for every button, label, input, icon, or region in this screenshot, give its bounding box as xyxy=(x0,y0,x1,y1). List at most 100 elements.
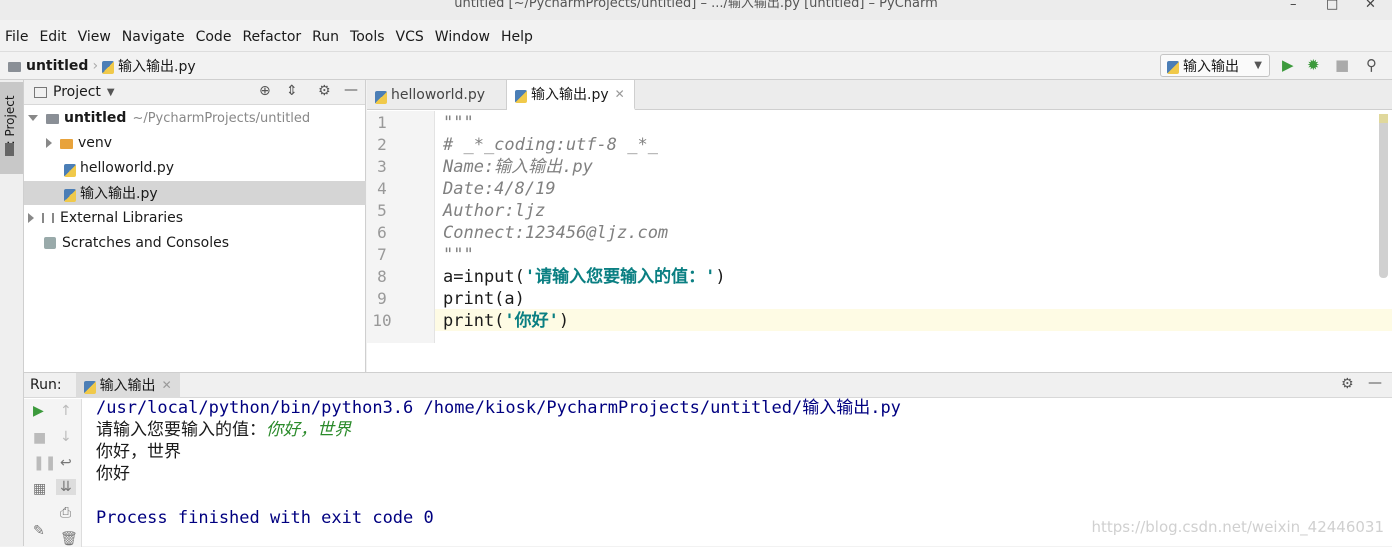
title-bar: untitled [~/PycharmProjects/untitled] – … xyxy=(0,0,1392,20)
close-icon[interactable]: ✕ xyxy=(1365,0,1376,12)
code-line[interactable]: Name:输入输出.py xyxy=(443,156,593,178)
run-configuration-select[interactable]: 输入输出 ▼ xyxy=(1160,54,1270,77)
code-line[interactable]: print('你好') xyxy=(443,310,569,332)
tree-item-scratches[interactable]: Scratches and Consoles xyxy=(24,231,366,255)
code-line[interactable]: Author:ljz xyxy=(443,200,545,222)
code-line[interactable]: a=input('请输入您要输入的值：') xyxy=(443,266,726,288)
python-file-icon xyxy=(102,61,115,74)
python-file-icon xyxy=(64,188,76,202)
print-icon[interactable]: ⎙ xyxy=(60,505,71,521)
search-icon[interactable]: ⚲ xyxy=(1366,56,1377,74)
up-arrow-icon[interactable]: ↑ xyxy=(60,403,72,419)
editor: helloworld.py 输入输出.py ✕ 1 2 3 4 5 6 7 8 … xyxy=(367,80,1392,372)
menu-file[interactable]: File xyxy=(5,29,28,45)
down-arrow-icon[interactable]: ↓ xyxy=(60,429,72,445)
menu-view[interactable]: View xyxy=(78,29,111,45)
soft-wrap-icon[interactable]: ↩ xyxy=(60,455,72,471)
breadcrumb-separator-icon: › xyxy=(92,57,99,74)
menu-run[interactable]: Run xyxy=(312,29,339,45)
console-user-input: 你好，世界 xyxy=(266,420,351,440)
menu-help[interactable]: Help xyxy=(501,29,533,45)
tree-item-label: helloworld.py xyxy=(80,160,175,176)
maximize-icon[interactable]: □ xyxy=(1326,0,1338,12)
menu-vcs[interactable]: VCS xyxy=(396,29,424,45)
debug-icon[interactable]: ✹ xyxy=(1307,56,1320,74)
pause-icon[interactable]: ❚❚ xyxy=(33,455,56,471)
editor-scrollbar[interactable] xyxy=(1379,116,1388,278)
menu-window[interactable]: Window xyxy=(435,29,490,45)
breadcrumb-file[interactable]: 输入输出.py xyxy=(118,56,196,76)
tree-item-helloworld[interactable]: helloworld.py xyxy=(24,156,366,180)
navigation-bar: untitled › 输入输出.py 输入输出 ▼ ▶ ✹ ■ ⚲ xyxy=(0,51,1392,80)
gear-icon[interactable]: ⚙ xyxy=(318,83,331,99)
code-line[interactable]: print(a) xyxy=(443,288,525,310)
layout-icon[interactable]: ▦ xyxy=(33,481,46,497)
code-line[interactable]: Connect:123456@ljz.com xyxy=(443,222,668,244)
tree-item-label: venv xyxy=(78,135,113,151)
current-line-highlight xyxy=(435,309,1392,331)
tree-item-external-libraries[interactable]: External Libraries xyxy=(24,206,366,230)
run-panel: Run: 输入输出 ✕ ⚙ — ▶ ■ ❚❚ ▦ ✎ ↑ ↓ ↩ ⇊ ⎙ 🗑 /… xyxy=(24,372,1392,547)
tab-label: helloworld.py xyxy=(391,87,486,103)
console-command: /usr/local/python/bin/python3.6 /home/ki… xyxy=(96,398,901,418)
python-file-icon xyxy=(64,163,76,177)
project-tool-tab[interactable]: 1: Project xyxy=(0,82,23,174)
breadcrumb-project[interactable]: untitled xyxy=(26,58,88,74)
run-panel-header: Run: 输入输出 ✕ ⚙ — xyxy=(24,372,1392,398)
tree-root-path: ~/PycharmProjects/untitled xyxy=(132,110,311,126)
collapse-icon[interactable]: ⇕ xyxy=(286,83,298,99)
pin-icon[interactable]: ✎ xyxy=(33,523,45,539)
chevron-down-icon: ▼ xyxy=(1254,60,1262,71)
code-line[interactable]: # _*_coding:utf-8 _*_ xyxy=(443,134,658,156)
code-string: '请输入您要输入的值：' xyxy=(524,267,716,287)
menu-navigate[interactable]: Navigate xyxy=(122,29,185,45)
expand-icon[interactable] xyxy=(46,138,52,148)
menu-refactor[interactable]: Refactor xyxy=(242,29,301,45)
run-icon[interactable]: ▶ xyxy=(1282,56,1294,74)
tab-helloworld[interactable]: helloworld.py xyxy=(367,80,507,110)
rerun-icon[interactable]: ▶ xyxy=(33,403,44,419)
code-token: ) xyxy=(558,311,570,331)
locate-icon[interactable]: ⊕ xyxy=(259,83,271,99)
chevron-down-icon[interactable]: ▼ xyxy=(107,87,115,98)
code-line[interactable]: """ xyxy=(443,244,474,266)
close-icon[interactable]: ✕ xyxy=(162,378,172,392)
stop-icon[interactable]: ■ xyxy=(33,430,46,446)
menu-code[interactable]: Code xyxy=(196,29,232,45)
line-number: 9 xyxy=(377,289,387,308)
run-tab[interactable]: 输入输出 ✕ xyxy=(75,372,180,398)
hide-icon[interactable]: — xyxy=(344,82,358,98)
run-tab-label: 输入输出 xyxy=(99,378,156,394)
python-file-icon xyxy=(83,380,96,394)
close-icon[interactable]: ✕ xyxy=(615,87,625,101)
tree-item-io-file[interactable]: 输入输出.py xyxy=(24,181,366,205)
menu-edit[interactable]: Edit xyxy=(39,29,66,45)
console-prompt: 请输入您要输入的值： xyxy=(96,420,266,440)
menu-bar: File Edit View Navigate Code Refactor Ru… xyxy=(0,24,1392,50)
hide-icon[interactable]: — xyxy=(1368,375,1382,391)
expand-icon[interactable] xyxy=(28,213,34,223)
line-number: 1 xyxy=(377,113,387,132)
line-number: 7 xyxy=(377,245,387,264)
minimize-icon[interactable]: – xyxy=(1290,0,1297,12)
line-number: 2 xyxy=(377,135,387,154)
folder-icon xyxy=(8,61,21,72)
expand-icon[interactable] xyxy=(28,115,38,121)
tab-label: 输入输出.py xyxy=(531,87,609,103)
tree-item-venv[interactable]: venv xyxy=(24,131,366,155)
stop-icon[interactable]: ■ xyxy=(1335,56,1349,74)
tree-root[interactable]: untitled ~/PycharmProjects/untitled xyxy=(24,106,366,130)
scroll-to-end-icon[interactable]: ⇊ xyxy=(56,479,76,495)
python-file-icon xyxy=(375,90,387,104)
gear-icon[interactable]: ⚙ xyxy=(1341,376,1354,392)
folder-icon xyxy=(5,143,14,156)
tab-io-file[interactable]: 输入输出.py ✕ xyxy=(507,80,635,110)
line-number: 8 xyxy=(377,267,387,286)
folder-icon xyxy=(46,114,59,124)
inspection-status-icon[interactable] xyxy=(1379,114,1388,123)
code-line[interactable]: """ xyxy=(443,112,474,134)
menu-tools[interactable]: Tools xyxy=(350,29,385,45)
trash-icon[interactable]: 🗑 xyxy=(60,531,78,547)
code-line[interactable]: Date:4/8/19 xyxy=(443,178,556,200)
project-panel-title[interactable]: Project xyxy=(53,84,101,100)
